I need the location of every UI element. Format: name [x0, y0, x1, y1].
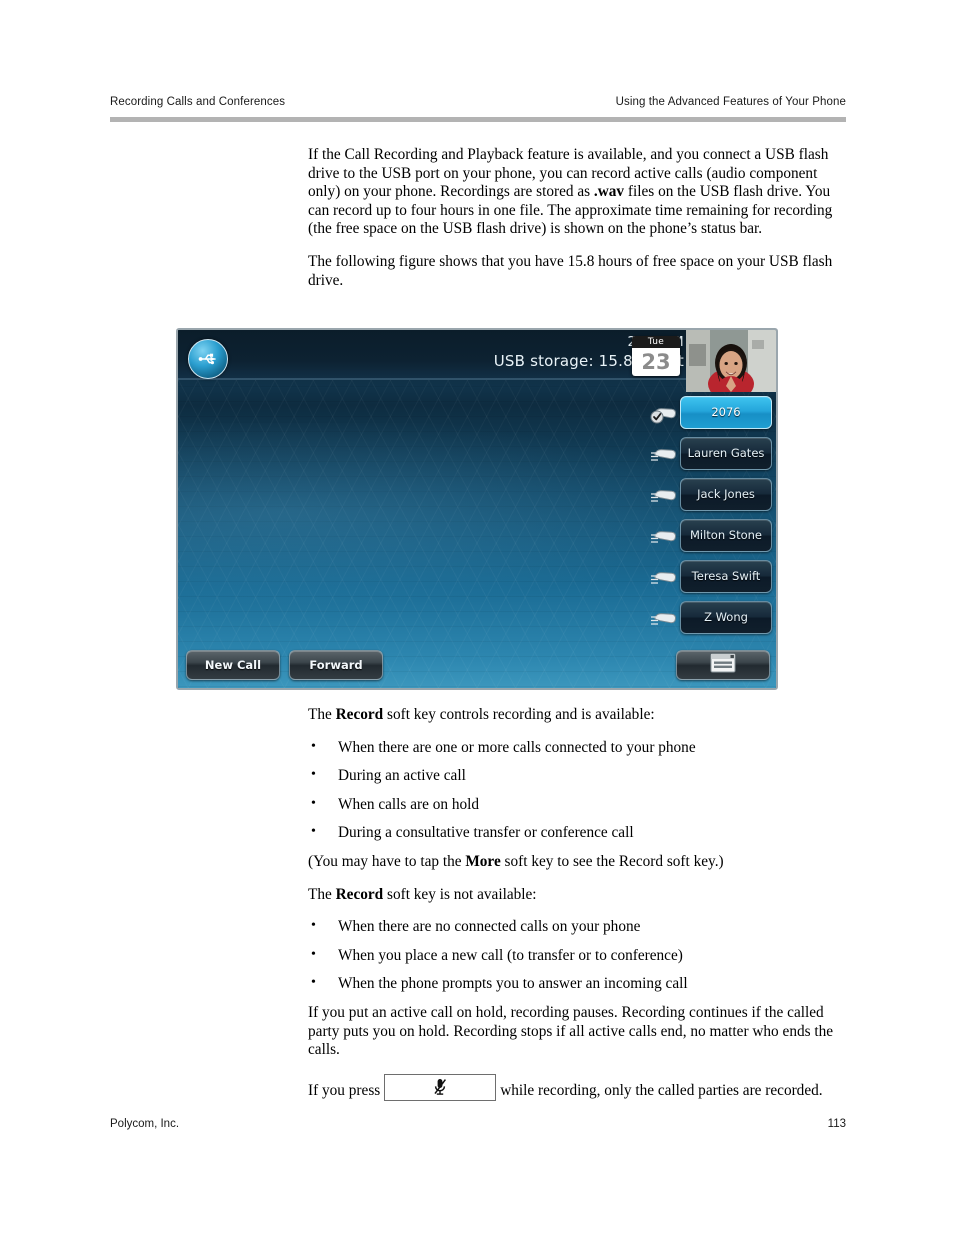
calendar-weekday: Tue — [632, 336, 680, 348]
paragraph-record-not-available: The Record soft key is not available: — [308, 886, 840, 905]
running-header: Recording Calls and Conferences Using th… — [110, 96, 846, 108]
paragraph-more-softkey: (You may have to tap the More soft key t… — [308, 853, 840, 872]
list-item: During a consultative transfer or confer… — [308, 823, 840, 843]
call-label[interactable]: Lauren Gates — [680, 436, 772, 470]
header-rule — [110, 117, 846, 122]
call-list: 2076 Lauren Gates Jack Jones Milton Ston… — [650, 392, 772, 638]
list-item: When there are one or more calls connect… — [308, 738, 840, 758]
mute-sentence-part2: while recording, only the called parties… — [500, 1081, 823, 1099]
record-availability-block: The Record soft key controls recording a… — [308, 706, 840, 1115]
mute-sentence-part1: If you press — [308, 1081, 381, 1099]
list-item: During an active call — [308, 766, 840, 786]
call-list-item[interactable]: Teresa Swift — [651, 556, 772, 596]
calendar-day: 23 — [641, 349, 671, 374]
call-label[interactable]: Z Wong — [680, 600, 772, 634]
page-footer: Polycom, Inc. 113 — [110, 1118, 846, 1130]
paragraph-record-available: The Record soft key controls recording a… — [308, 706, 840, 725]
paragraph-hold-behavior: If you put an active call on hold, recor… — [308, 1003, 834, 1059]
mute-key-box[interactable] — [384, 1073, 497, 1101]
handset-icon — [650, 521, 680, 549]
window-list-icon — [710, 653, 736, 678]
call-label[interactable]: Teresa Swift — [680, 559, 772, 593]
call-list-item[interactable]: Z Wong — [651, 597, 772, 637]
record-unavailable-part2: soft key is not available: — [383, 885, 537, 903]
paragraph-mute-key: If you press while recording, only the ca… — [308, 1073, 840, 1101]
handset-connected-icon — [650, 398, 680, 426]
list-item: When the phone prompts you to answer an … — [308, 974, 840, 994]
more-part1: (You may have to tap the — [308, 852, 466, 870]
phone-screen-figure: 2:09 PM USB storage: 15.8 hr left Tue 23 — [176, 328, 778, 690]
list-item: When you place a new call (to transfer o… — [308, 946, 840, 966]
record-unavailable-part1: The — [308, 885, 336, 903]
wav-bold: .wav — [593, 183, 625, 201]
call-label[interactable]: Jack Jones — [680, 477, 772, 511]
record-available-part1: The — [308, 706, 336, 723]
window-list-icon-button[interactable] — [676, 650, 770, 680]
record-available-part2: soft key controls recording and is avail… — [383, 706, 655, 723]
soft-key-new-call[interactable]: New Call — [186, 650, 280, 680]
call-list-item[interactable]: Jack Jones — [651, 474, 772, 514]
list-item: When calls are on hold — [308, 795, 840, 815]
handset-icon — [650, 439, 680, 467]
list-item: When there are no connected calls on you… — [308, 917, 840, 937]
call-label[interactable]: Milton Stone — [680, 518, 772, 552]
paragraph-intro: If the Call Recording and Playback featu… — [308, 146, 840, 239]
intro-block: If the Call Recording and Playback featu… — [308, 146, 840, 304]
phone-screen: 2:09 PM USB storage: 15.8 hr left Tue 23 — [178, 330, 776, 688]
soft-key-bar: New Call Forward — [186, 650, 383, 680]
running-header-right: Using the Advanced Features of Your Phon… — [615, 96, 846, 108]
more-part2: soft key to see the Record soft key.) — [500, 852, 724, 870]
footer-page-number: 113 — [827, 1118, 846, 1130]
handset-icon — [650, 480, 680, 508]
call-list-item[interactable]: Lauren Gates — [651, 433, 772, 473]
document-page: Recording Calls and Conferences Using th… — [0, 0, 954, 1235]
call-list-item[interactable]: Milton Stone — [651, 515, 772, 555]
paragraph-figure-intro: The following figure shows that you have… — [308, 252, 833, 289]
mute-microphone-icon — [434, 1079, 447, 1096]
unavailable-list: When there are no connected calls on you… — [308, 917, 840, 994]
handset-icon — [650, 603, 680, 631]
record-bold-2: Record — [335, 885, 384, 903]
footer-company: Polycom, Inc. — [110, 1118, 180, 1130]
available-list: When there are one or more calls connect… — [308, 738, 840, 843]
call-list-item[interactable]: 2076 — [650, 392, 772, 432]
running-header-left: Recording Calls and Conferences — [110, 96, 286, 108]
record-bold-1: Record — [335, 706, 384, 723]
more-bold: More — [465, 852, 501, 870]
usb-icon[interactable] — [188, 339, 228, 379]
calendar-icon: Tue 23 — [632, 336, 680, 376]
avatar — [686, 330, 776, 392]
soft-key-forward[interactable]: Forward — [289, 650, 383, 680]
handset-icon — [650, 562, 680, 590]
call-label[interactable]: 2076 — [680, 395, 772, 429]
